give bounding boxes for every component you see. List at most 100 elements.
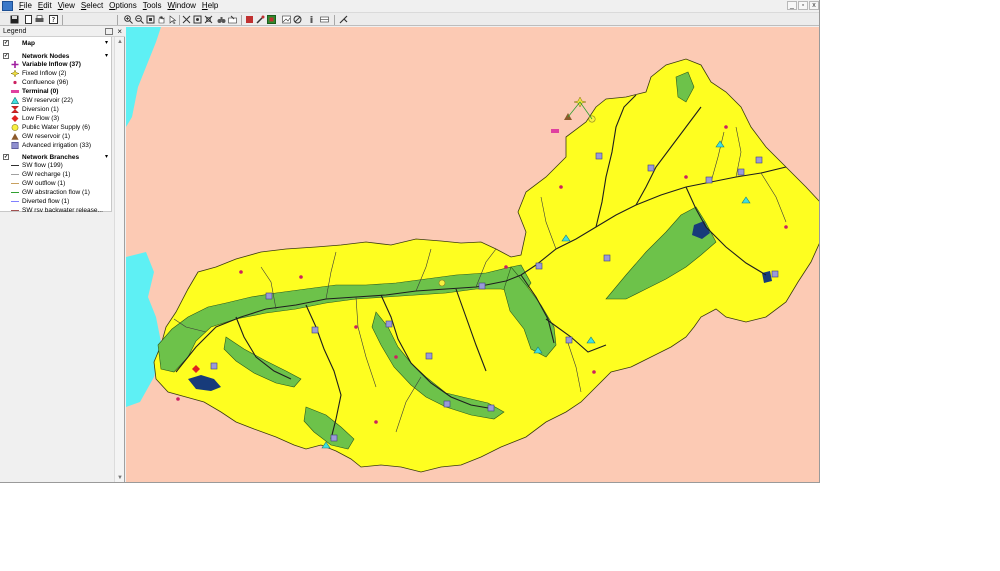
toolbar: ? — [0, 12, 819, 26]
legend-item-terminal[interactable]: Terminal (0) — [0, 87, 112, 96]
legend-item-sw-reservoir[interactable]: SW reservoir (22) — [0, 96, 112, 105]
sea-area — [126, 27, 161, 127]
print-icon[interactable] — [35, 15, 44, 24]
zoom-extent-icon[interactable] — [146, 15, 155, 24]
legend-group-map[interactable]: ✓ Map ▾ — [0, 39, 112, 48]
legend-title: Legend — [3, 28, 27, 35]
legend-item-public-water-supply[interactable]: Public Water Supply (6) — [0, 123, 112, 132]
menu-file[interactable]: File — [16, 0, 35, 12]
help-icon[interactable]: ? — [49, 15, 58, 24]
add-node-icon[interactable] — [245, 15, 254, 24]
triangle-icon — [11, 133, 19, 140]
confluence-node — [354, 325, 358, 329]
legend-item-variable-inflow[interactable]: Variable Inflow (37) — [0, 60, 112, 69]
svg-text:?: ? — [52, 16, 56, 24]
irrigation-node — [737, 168, 745, 176]
terminal-node — [551, 129, 559, 133]
select-tool-icon[interactable] — [182, 15, 191, 24]
catchment-map[interactable] — [126, 27, 820, 483]
legend-item-gw-outflow[interactable]: GW outflow (1) — [0, 179, 112, 188]
map-visibility-checkbox[interactable]: ✓ — [3, 40, 9, 46]
scroll-down-icon[interactable]: ▼ — [117, 475, 123, 481]
close-window-button[interactable]: x — [809, 1, 819, 10]
restore-button[interactable]: ▫ — [798, 1, 808, 10]
menu-select[interactable]: Select — [78, 0, 106, 12]
irrigation-node — [330, 434, 338, 442]
menu-tools[interactable]: Tools — [140, 0, 165, 12]
menu-window[interactable]: Window — [164, 0, 198, 12]
legend-titlebar: Legend × — [0, 27, 125, 37]
pan-hand-icon[interactable] — [157, 15, 166, 24]
irrigation-node — [755, 156, 763, 164]
map-canvas[interactable] — [126, 27, 820, 483]
legend-item-gw-recharge[interactable]: GW recharge (1) — [0, 170, 112, 179]
scroll-up-icon[interactable]: ▲ — [117, 39, 123, 45]
confluence-node — [176, 397, 180, 401]
legend-item-gw-reservoir[interactable]: GW reservoir (1) — [0, 132, 112, 141]
binoculars-icon[interactable] — [217, 15, 226, 24]
close-legend-button[interactable]: × — [117, 27, 122, 37]
add-branch-icon[interactable] — [256, 15, 265, 24]
legend-item-sw-rsv-backwater-release[interactable]: SW rsv backwater release... — [0, 206, 112, 215]
legend-list: ✓ Map ▾ ✓ Network Nodes ▾ Variable Inflo… — [0, 37, 112, 215]
irrigation-node — [705, 176, 713, 184]
zoom-out-icon[interactable] — [135, 15, 144, 24]
irrigation-node — [647, 164, 655, 172]
irrigation-node — [210, 362, 218, 370]
toolbar-separator — [62, 15, 63, 25]
line-icon — [11, 183, 19, 184]
measure-icon[interactable] — [228, 15, 237, 24]
confluence-node — [559, 185, 563, 189]
triangle-icon — [11, 97, 19, 104]
menu-view[interactable]: View — [55, 0, 78, 12]
run-model-icon[interactable] — [339, 15, 348, 24]
irrigation-node — [771, 270, 779, 278]
rectangle-icon — [11, 90, 19, 93]
confluence-node — [299, 275, 303, 279]
image-layer-icon[interactable] — [282, 15, 291, 24]
info-icon[interactable] — [307, 15, 316, 24]
pin-panel-icon[interactable] — [105, 28, 113, 35]
star-icon — [11, 70, 19, 77]
no-entry-icon[interactable] — [293, 15, 302, 24]
legend-item-sw-flow[interactable]: SW flow (199) — [0, 161, 112, 170]
legend-scrollbar[interactable]: ▲ ▼ — [114, 37, 124, 482]
application-window: File Edit View Select Options Tools Wind… — [0, 0, 820, 483]
public-water-supply-node — [438, 279, 446, 287]
zoom-in-icon[interactable] — [124, 15, 133, 24]
legend-item-advanced-irrigation[interactable]: Advanced irrigation (33) — [0, 141, 112, 150]
network-view-icon[interactable] — [193, 15, 202, 24]
fit-window-icon[interactable] — [204, 15, 213, 24]
menu-bar: File Edit View Select Options Tools Wind… — [0, 0, 819, 12]
pointer-icon[interactable] — [168, 15, 177, 24]
minimize-button[interactable]: _ — [787, 1, 797, 10]
menu-edit[interactable]: Edit — [35, 0, 55, 12]
legend-item-confluence[interactable]: Confluence (96) — [0, 78, 112, 87]
toolbar-separator — [117, 15, 118, 25]
legend-item-diversion[interactable]: Diversion (1) — [0, 105, 112, 114]
legend-item-diverted-flow[interactable]: Diverted flow (1) — [0, 197, 112, 206]
irrigation-node — [478, 282, 486, 290]
nodes-visibility-checkbox[interactable]: ✓ — [3, 53, 9, 59]
sea-area — [126, 252, 162, 407]
legend-item-gw-abstraction-flow[interactable]: GW abstraction flow (1) — [0, 188, 112, 197]
diamond-icon — [11, 115, 19, 122]
confluence-node — [684, 175, 688, 179]
save-icon[interactable] — [10, 15, 19, 24]
irrigation-node — [311, 326, 319, 334]
confluence-node — [504, 265, 508, 269]
irrigation-node — [425, 352, 433, 360]
toolbar-separator — [334, 15, 335, 25]
collapse-icon[interactable]: ▾ — [105, 39, 108, 48]
legend-item-fixed-inflow[interactable]: Fixed Inflow (2) — [0, 69, 112, 78]
new-document-icon[interactable] — [24, 15, 33, 24]
irrigation-node — [565, 336, 573, 344]
menu-options[interactable]: Options — [106, 0, 140, 12]
circle-icon — [11, 124, 19, 131]
edit-network-icon[interactable] — [267, 15, 276, 24]
menu-help[interactable]: Help — [199, 0, 221, 12]
branches-visibility-checkbox[interactable]: ✓ — [3, 154, 9, 160]
table-view-icon[interactable] — [320, 15, 329, 24]
legend-item-low-flow[interactable]: Low Flow (3) — [0, 114, 112, 123]
irrigation-node — [603, 254, 611, 262]
